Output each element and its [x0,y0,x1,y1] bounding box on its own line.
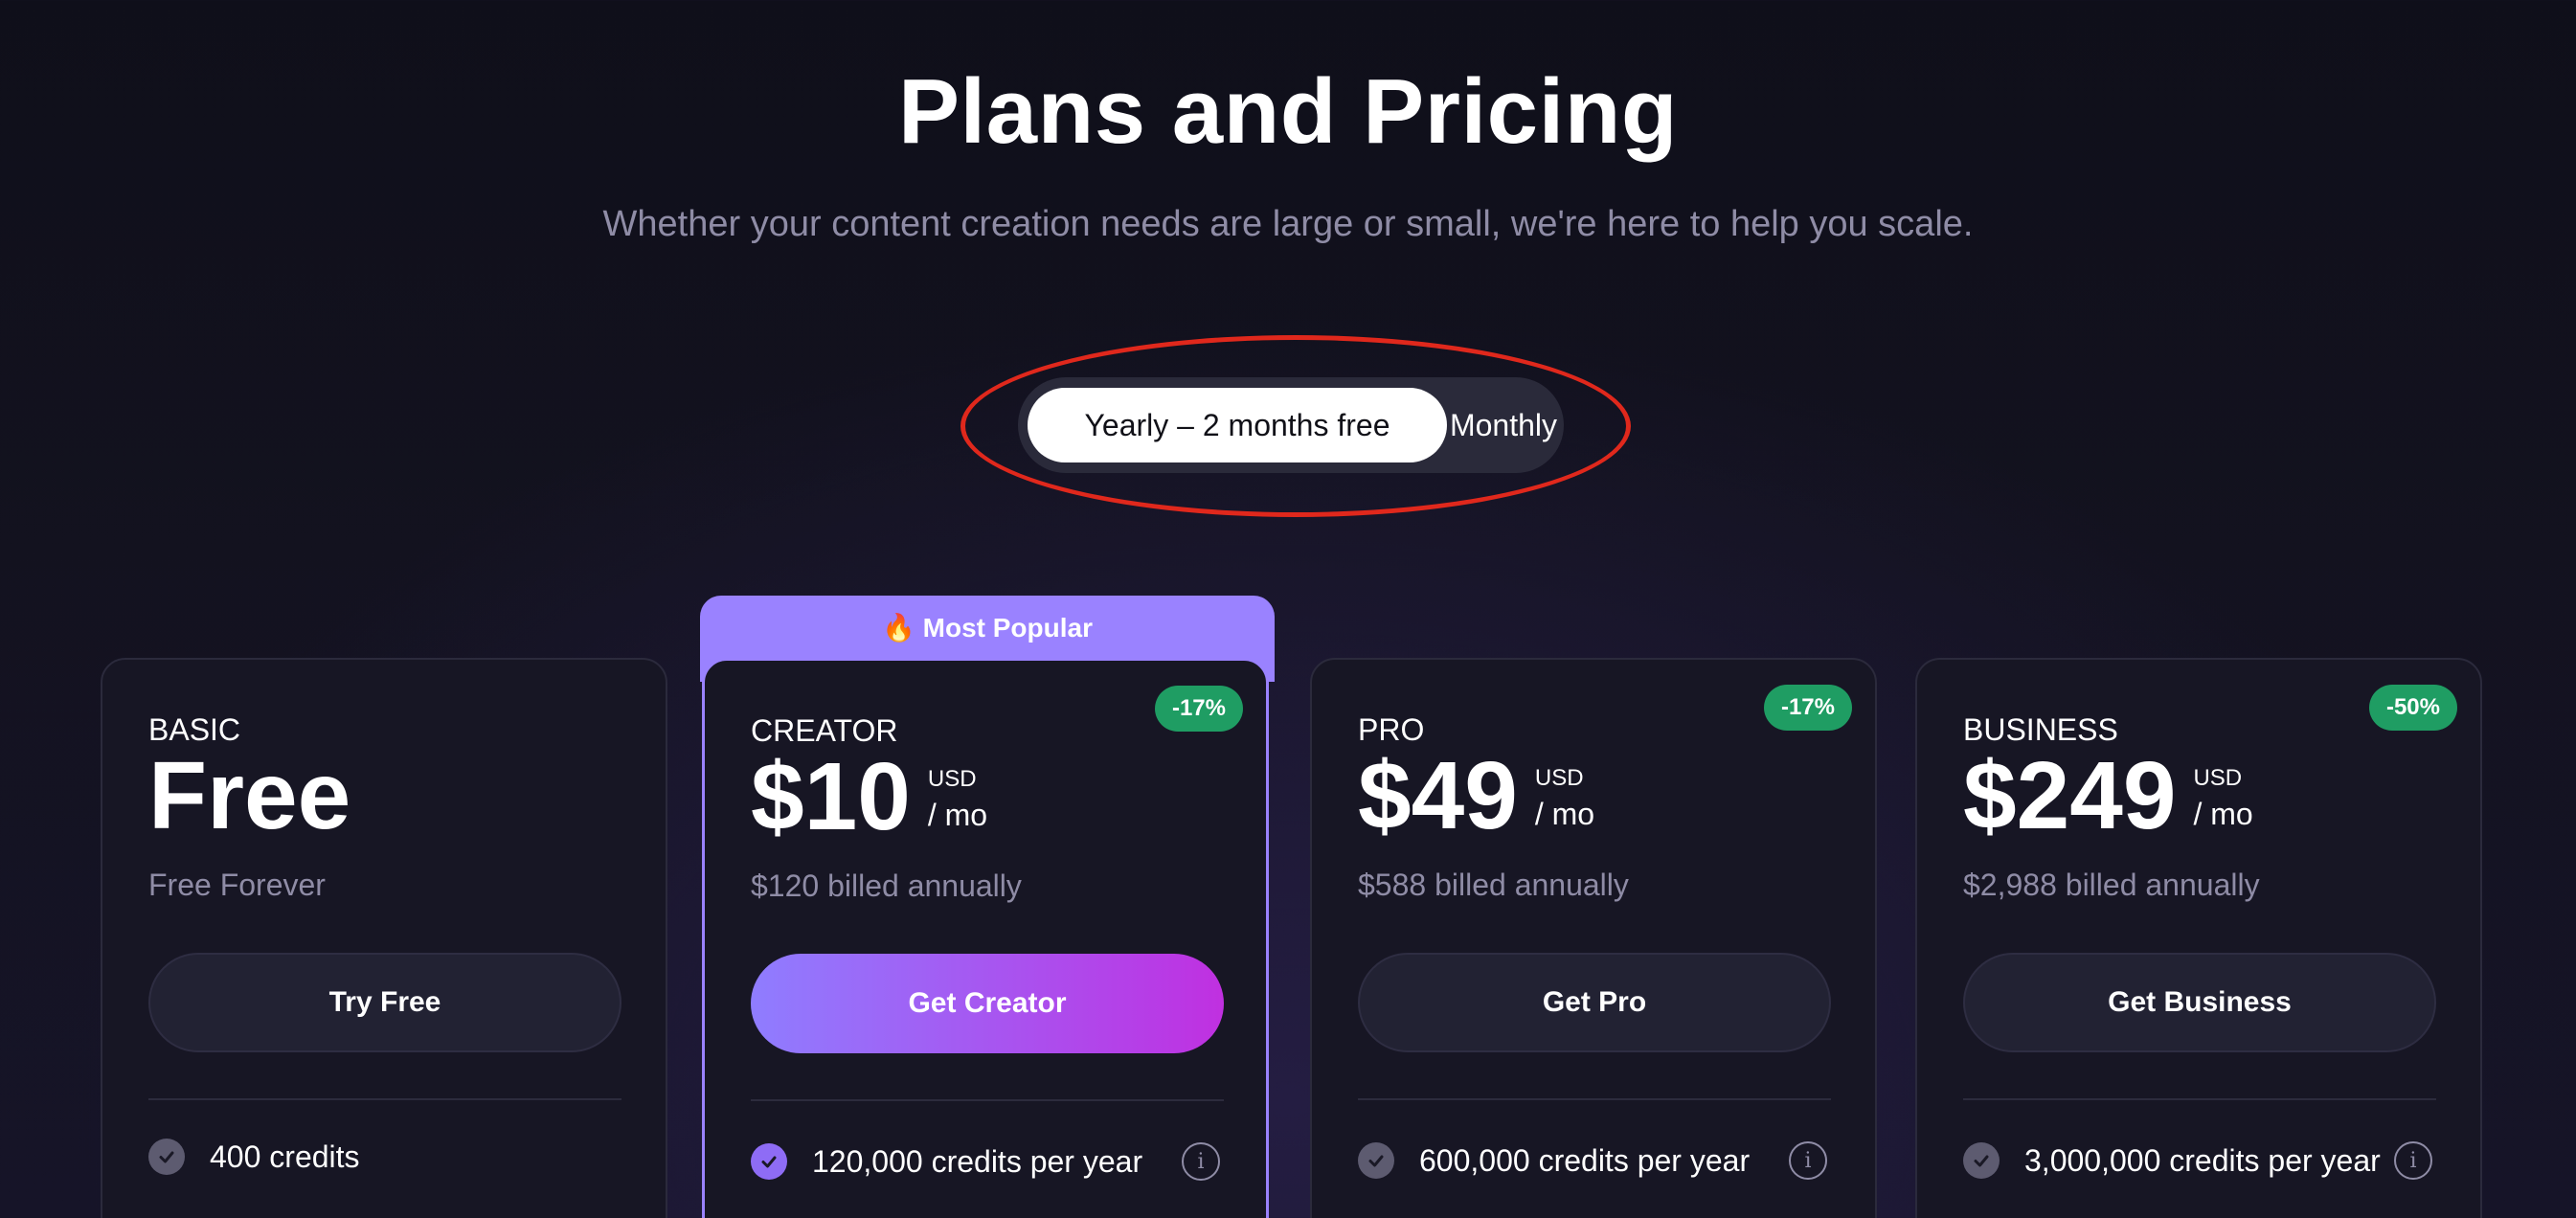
plan-billing-note: Free Forever [148,868,326,902]
plan-card-basic: BASIC Free Free Forever Try Free 400 cre… [101,658,667,1218]
feature-item: 600,000 credits per year i [1358,1141,1831,1180]
feature-label: 120,000 credits per year [812,1143,1143,1179]
check-circle-icon [1358,1142,1394,1179]
plan-billing-note: $588 billed annually [1358,868,1629,902]
get-pro-button[interactable]: Get Pro [1358,953,1831,1052]
card-divider [751,1099,1224,1101]
plan-price: $10 [751,743,911,850]
currency-label: USD [927,766,977,792]
plan-card-business: BUSINESS -50% $249 USD / mo $2,988 bille… [1915,658,2482,1218]
feature-label: 3,000,000 credits per year [2024,1142,2381,1178]
plan-price: $49 [1358,742,1518,849]
page-subtitle: Whether your content creation needs are … [602,204,1974,244]
page-title: Plans and Pricing [897,60,1679,163]
info-icon[interactable]: i [2394,1141,2432,1180]
get-business-button[interactable]: Get Business [1963,953,2436,1052]
check-circle-icon [1963,1142,2000,1179]
period-label: / mo [1534,796,1595,831]
discount-badge: -17% [1154,686,1243,732]
plan-price: $249 [1963,742,2177,849]
currency-label: USD [1534,765,1584,791]
period-label: / mo [927,797,988,832]
period-label: / mo [2193,796,2253,831]
plan-price: Free [148,742,351,849]
check-circle-icon [148,1139,185,1175]
plan-billing-note: $120 billed annually [751,868,1022,903]
feature-label: 400 credits [210,1139,360,1174]
card-divider [1358,1098,1831,1100]
get-creator-button[interactable]: Get Creator [751,954,1224,1053]
feature-label: 600,000 credits per year [1419,1142,1751,1178]
card-divider [148,1098,621,1100]
discount-badge: -17% [1763,685,1852,731]
plan-billing-note: $2,988 billed annually [1963,868,2260,902]
plan-card-pro: PRO -17% $49 USD / mo $588 billed annual… [1310,658,1877,1218]
card-divider [1963,1098,2436,1100]
annotation-highlight-ellipse [960,335,1631,517]
feature-item: 120,000 credits per year i [751,1142,1224,1181]
discount-badge: -50% [2368,685,2457,731]
plan-card-creator: CREATOR -17% $10 USD / mo $120 billed an… [702,658,1269,1218]
check-circle-icon [751,1143,787,1180]
currency-label: USD [2193,765,2243,791]
info-icon[interactable]: i [1182,1142,1220,1181]
feature-item: 400 credits [148,1139,621,1175]
try-free-button[interactable]: Try Free [148,953,621,1052]
info-icon[interactable]: i [1789,1141,1827,1180]
feature-item: 3,000,000 credits per year i [1963,1141,2436,1180]
